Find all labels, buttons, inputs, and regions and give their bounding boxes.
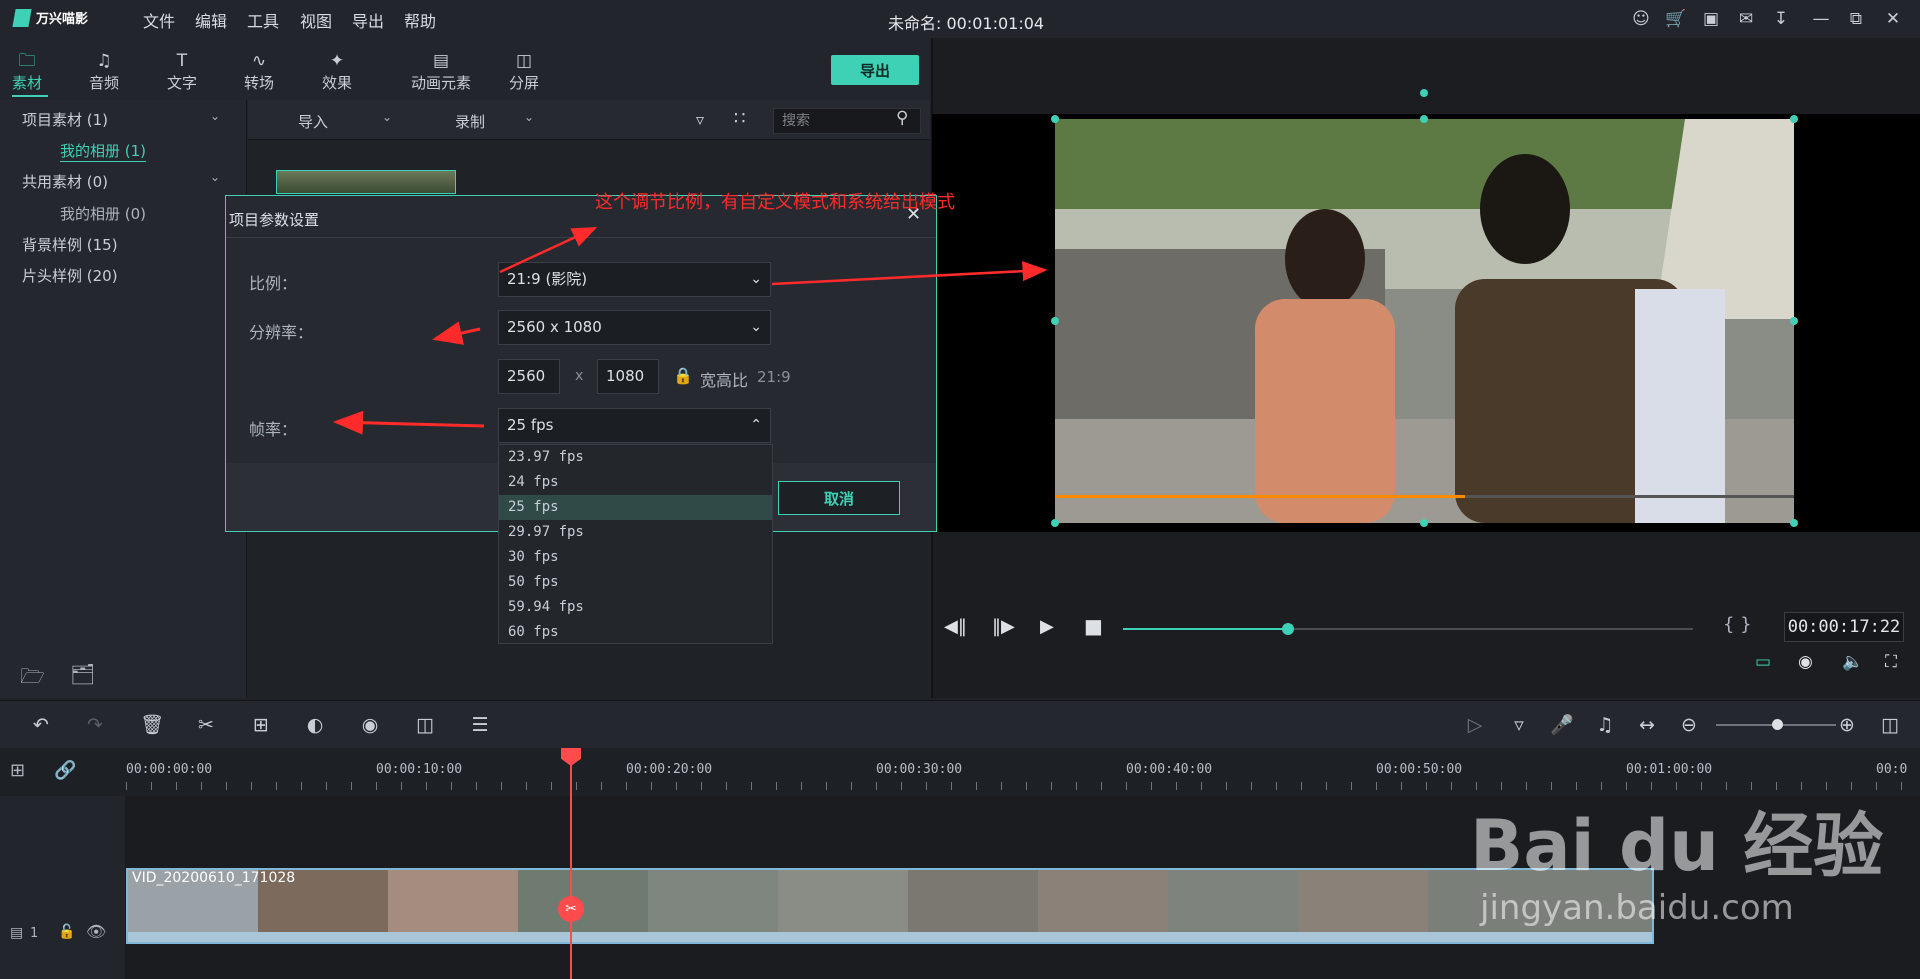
green-screen-icon[interactable]: ◫ — [412, 712, 438, 738]
ruler-label: 00:00:10:00 — [376, 762, 463, 777]
speed-icon[interactable]: ◐ — [302, 712, 328, 738]
cut-icon[interactable]: ✂ — [193, 712, 219, 738]
panel-layout-icon[interactable]: ◫ — [1877, 712, 1903, 738]
clip-name: VID_20200610_171028 — [132, 870, 296, 886]
playhead-line — [570, 748, 572, 979]
color-icon[interactable]: ◉ — [357, 712, 383, 738]
track-lock-icon[interactable]: 🔓 — [58, 924, 75, 940]
scissors-icon[interactable]: ✂ — [558, 896, 584, 922]
clip-thumbnails — [128, 870, 1652, 942]
add-track-icon[interactable]: ⊞ — [10, 760, 25, 781]
track-number: 1 — [30, 926, 39, 941]
zoom-knob[interactable] — [1772, 719, 1783, 730]
undo-icon[interactable]: ↶ — [28, 712, 54, 738]
track-video-icon: ▤ — [10, 925, 24, 941]
track-header — [0, 796, 125, 979]
delete-icon[interactable]: 🗑 — [139, 712, 165, 738]
annotation-arrow — [499, 226, 598, 274]
render-icon[interactable]: ▷ — [1462, 712, 1488, 738]
marker-icon[interactable]: ▿ — [1506, 712, 1532, 738]
microphone-icon[interactable]: 🎤 — [1549, 712, 1575, 738]
ruler-label: 00:01:00:00 — [1626, 762, 1713, 777]
ruler-label: 00:0 — [1876, 762, 1908, 777]
adjust-icon[interactable]: ☰ — [467, 712, 493, 738]
ruler-label: 00:00:30:00 — [876, 762, 963, 777]
track-visibility-icon[interactable]: 👁 — [86, 922, 106, 941]
audio-mixer-icon[interactable]: ♫ — [1592, 712, 1618, 738]
zoom-in-icon[interactable]: ⊕ — [1834, 712, 1860, 738]
fit-timeline-icon[interactable]: ↔ — [1634, 712, 1660, 738]
ruler-label: 00:00:40:00 — [1126, 762, 1213, 777]
video-clip[interactable] — [126, 868, 1654, 944]
ruler-ticks — [126, 782, 1920, 790]
ruler-label: 00:00:20:00 — [626, 762, 713, 777]
ruler-label: 00:00:00:00 — [126, 762, 213, 777]
watermark-url: jingyan.baidu.com — [1480, 888, 1794, 928]
ruler-label: 00:00:50:00 — [1376, 762, 1463, 777]
crop-icon[interactable]: ⊞ — [248, 712, 274, 738]
watermark-logo: Bai du 经验 — [1470, 805, 1884, 887]
timeline-toolbar — [0, 700, 1920, 748]
link-icon[interactable]: 🔗 — [54, 760, 76, 781]
annotation-arrow — [432, 321, 481, 345]
zoom-out-icon[interactable]: ⊖ — [1676, 712, 1702, 738]
annotation-arrow — [771, 261, 1048, 286]
redo-icon[interactable]: ↷ — [82, 712, 108, 738]
annotation-arrow — [333, 410, 485, 435]
